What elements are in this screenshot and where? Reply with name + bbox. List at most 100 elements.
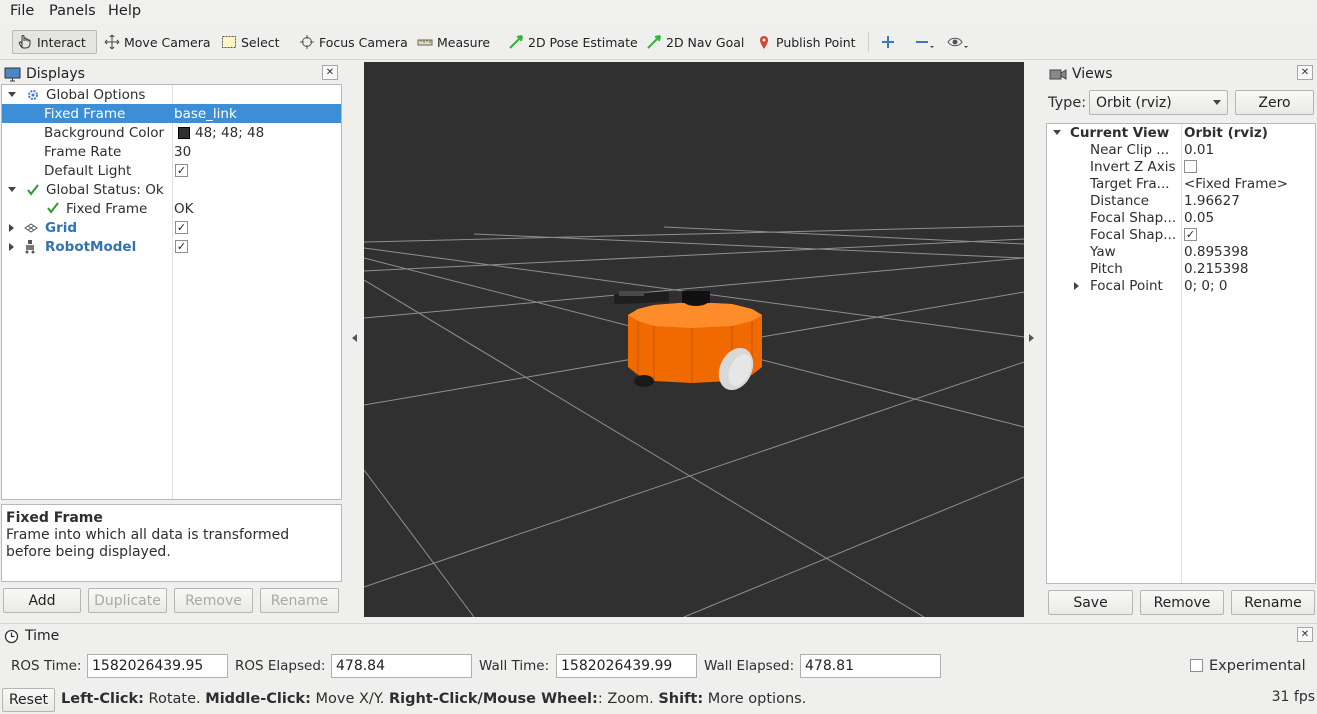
default-light-checkbox[interactable]: ✓: [175, 164, 188, 177]
view-type-select[interactable]: Orbit (rviz): [1089, 90, 1228, 115]
focal-shape-fixed-checkbox[interactable]: ✓: [1184, 228, 1197, 241]
background-color-label: Background Color: [44, 124, 165, 141]
view-property-row[interactable]: Near Clip ... 0.01: [1047, 141, 1315, 158]
right-click-key: Right-Click/Mouse Wheel:: [388, 691, 598, 707]
interact-label: Interact: [37, 34, 86, 50]
fixed-frame-row[interactable]: Fixed Frame base_link: [2, 104, 341, 123]
background-color-row[interactable]: Background Color 48; 48; 48: [2, 123, 341, 142]
add-tool-button[interactable]: [880, 30, 900, 54]
select-tool[interactable]: Select: [221, 30, 280, 54]
robot-model-checkbox[interactable]: ✓: [175, 240, 188, 253]
frame-rate-label: Frame Rate: [44, 143, 122, 160]
distance-value[interactable]: 1.96627: [1184, 193, 1240, 209]
invert-z-checkbox[interactable]: [1184, 160, 1197, 173]
focal-point-value[interactable]: 0; 0; 0: [1184, 278, 1227, 294]
view-property-row[interactable]: Focal Shap... 0.05: [1047, 209, 1315, 226]
close-icon[interactable]: ✕: [322, 65, 338, 80]
ros-elapsed-field[interactable]: 478.84: [331, 654, 472, 678]
chevron-down-icon: [1213, 100, 1221, 105]
remove-display-button[interactable]: Remove: [174, 588, 253, 613]
duplicate-display-button[interactable]: Duplicate: [88, 588, 167, 613]
green-arrow-icon: [509, 35, 523, 49]
reset-button[interactable]: Reset: [2, 688, 55, 712]
grid-checkbox[interactable]: ✓: [175, 221, 188, 234]
time-title-text: Time: [25, 628, 60, 644]
focal-shape-size-value[interactable]: 0.05: [1184, 210, 1214, 226]
remove-view-button[interactable]: Remove: [1140, 590, 1224, 615]
close-icon[interactable]: ✕: [1297, 627, 1313, 642]
menu-help[interactable]: Help: [108, 3, 141, 19]
collapse-right-icon[interactable]: [1029, 334, 1034, 342]
collapse-left-icon[interactable]: [352, 334, 357, 342]
rename-view-button[interactable]: Rename: [1231, 590, 1315, 615]
add-display-button[interactable]: Add: [3, 588, 81, 613]
view-property-row[interactable]: Invert Z Axis: [1047, 158, 1315, 175]
middle-click-desc: Move X/Y.: [310, 691, 385, 707]
expand-right-icon[interactable]: [1074, 282, 1079, 290]
measure-tool[interactable]: Measure: [417, 30, 490, 54]
expand-down-icon[interactable]: [8, 92, 16, 97]
map-pin-icon: [760, 36, 768, 49]
focus-camera-label: Focus Camera: [319, 34, 408, 50]
save-view-button[interactable]: Save: [1048, 590, 1133, 615]
fixed-frame-value[interactable]: base_link: [174, 106, 237, 122]
pitch-value[interactable]: 0.215398: [1184, 261, 1248, 277]
view-property-row[interactable]: Yaw 0.895398: [1047, 243, 1315, 260]
view-property-row[interactable]: Target Fra... <Fixed Frame>: [1047, 175, 1315, 192]
render-viewport[interactable]: [364, 62, 1024, 617]
expand-down-icon[interactable]: [8, 187, 16, 192]
status-fixed-frame-row[interactable]: Fixed Frame OK: [2, 199, 341, 218]
wall-time-field[interactable]: 1582026439.99: [556, 654, 697, 678]
frame-rate-row[interactable]: Frame Rate 30: [2, 142, 341, 161]
focal-point-label: Focal Point: [1090, 277, 1163, 294]
global-options-row[interactable]: Global Options: [2, 85, 341, 104]
frame-rate-value[interactable]: 30: [174, 144, 191, 160]
pose-estimate-tool[interactable]: 2D Pose Estimate: [508, 30, 638, 54]
close-icon[interactable]: ✕: [1297, 65, 1313, 80]
tool-visibility-button[interactable]: [947, 30, 975, 54]
background-color-value[interactable]: 48; 48; 48: [195, 125, 264, 141]
wall-elapsed-label: Wall Elapsed:: [704, 658, 795, 674]
focus-camera-tool[interactable]: Focus Camera: [299, 30, 408, 54]
view-property-row[interactable]: Focal Shap... ✓: [1047, 226, 1315, 243]
remove-tool-button[interactable]: [914, 30, 940, 54]
experimental-checkbox[interactable]: [1190, 659, 1203, 672]
ros-time-label: ROS Time:: [11, 658, 82, 674]
menu-panels[interactable]: Panels: [49, 3, 96, 19]
publish-point-tool[interactable]: Publish Point: [756, 30, 856, 54]
global-status-row[interactable]: Global Status: Ok: [2, 180, 341, 199]
move-camera-tool[interactable]: Move Camera: [104, 30, 211, 54]
current-view-row[interactable]: Current View Orbit (rviz): [1047, 124, 1315, 141]
view-property-row[interactable]: Distance 1.96627: [1047, 192, 1315, 209]
zero-button[interactable]: Zero: [1235, 90, 1314, 115]
menu-file[interactable]: File: [10, 3, 34, 19]
nav-goal-tool[interactable]: 2D Nav Goal: [646, 30, 744, 54]
yaw-label: Yaw: [1090, 243, 1116, 260]
default-light-row[interactable]: Default Light ✓: [2, 161, 341, 180]
expand-right-icon[interactable]: [9, 242, 14, 251]
view-property-row[interactable]: Focal Point 0; 0; 0: [1047, 277, 1315, 294]
status-fixed-frame-label: Fixed Frame: [66, 200, 148, 217]
expand-down-icon[interactable]: [1053, 130, 1061, 135]
rename-display-button[interactable]: Rename: [260, 588, 339, 613]
status-fixed-frame-value: OK: [174, 200, 194, 217]
current-view-value: Orbit (rviz): [1184, 124, 1268, 141]
wall-elapsed-field[interactable]: 478.81: [800, 654, 941, 678]
menu-bar: File Panels Help: [0, 0, 1317, 24]
color-swatch[interactable]: [178, 127, 190, 139]
default-light-label: Default Light: [44, 162, 132, 179]
view-property-row[interactable]: Pitch 0.215398: [1047, 260, 1315, 277]
interact-tool[interactable]: Interact: [12, 30, 97, 54]
checkmark-icon: [47, 202, 59, 214]
robot-icon: [25, 240, 35, 254]
global-status-label: Global Status: Ok: [46, 181, 164, 198]
yaw-value[interactable]: 0.895398: [1184, 244, 1248, 260]
expand-right-icon[interactable]: [9, 223, 14, 232]
target-frame-value[interactable]: <Fixed Frame>: [1184, 176, 1288, 192]
robot-model: [614, 291, 762, 391]
focal-shape-fixed-label: Focal Shap...: [1090, 226, 1177, 243]
grid-display-row[interactable]: Grid ✓: [2, 218, 341, 237]
ros-time-field[interactable]: 1582026439.95: [87, 654, 228, 678]
robot-model-row[interactable]: RobotModel ✓: [2, 237, 341, 256]
near-clip-value[interactable]: 0.01: [1184, 142, 1214, 158]
